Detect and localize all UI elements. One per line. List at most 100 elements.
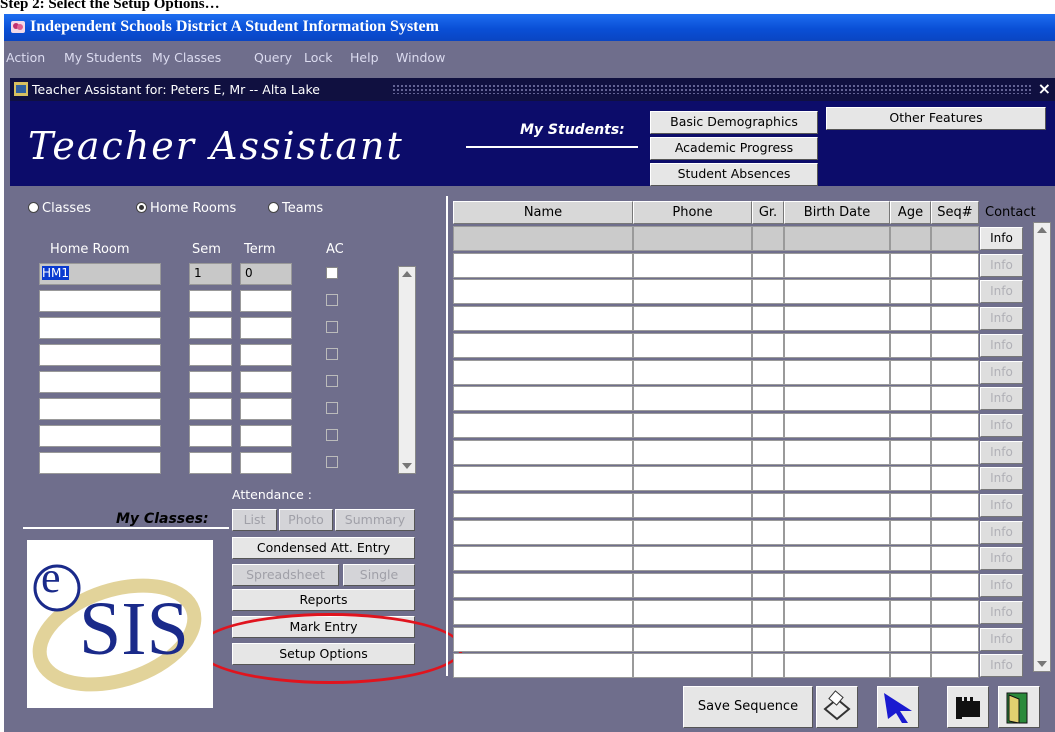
grid-cell[interactable] bbox=[633, 386, 752, 412]
grid-cell[interactable] bbox=[784, 573, 890, 599]
grid-cell[interactable] bbox=[784, 412, 890, 438]
grid-cell[interactable] bbox=[633, 439, 752, 465]
cursor-arrow-icon[interactable] bbox=[877, 686, 919, 728]
grid-cell[interactable] bbox=[890, 332, 931, 358]
grid-cell[interactable] bbox=[752, 252, 784, 278]
sem-field[interactable] bbox=[189, 344, 232, 366]
grid-cell[interactable] bbox=[931, 252, 979, 278]
scroll-down-icon[interactable] bbox=[1037, 661, 1047, 667]
ac-checkbox[interactable] bbox=[326, 402, 338, 414]
scroll-up-icon[interactable] bbox=[1037, 227, 1047, 233]
student-absences-button[interactable]: Student Absences bbox=[650, 163, 818, 186]
grid-cell[interactable] bbox=[633, 466, 752, 492]
grid-cell[interactable] bbox=[752, 279, 784, 305]
grid-cell[interactable] bbox=[633, 626, 752, 652]
grid-cell[interactable] bbox=[931, 412, 979, 438]
grid-cell[interactable] bbox=[784, 519, 890, 545]
ac-checkbox[interactable] bbox=[326, 321, 338, 333]
ac-checkbox[interactable] bbox=[326, 429, 338, 441]
grid-cell[interactable] bbox=[752, 412, 784, 438]
grid-cell[interactable] bbox=[784, 466, 890, 492]
contact-info-button[interactable]: Info bbox=[980, 467, 1023, 491]
summary-button[interactable]: Summary bbox=[335, 509, 415, 531]
grid-cell[interactable] bbox=[890, 653, 931, 679]
grid-cell[interactable] bbox=[931, 573, 979, 599]
grid-cell[interactable] bbox=[784, 599, 890, 625]
grid-cell[interactable] bbox=[890, 493, 931, 518]
sem-field[interactable] bbox=[189, 371, 232, 393]
term-field[interactable] bbox=[240, 290, 292, 312]
grid-cell[interactable] bbox=[752, 599, 784, 625]
menu-my-students[interactable]: My Students bbox=[64, 50, 142, 65]
grid-cell[interactable] bbox=[633, 573, 752, 599]
grid-cell[interactable] bbox=[890, 252, 931, 278]
film-icon[interactable] bbox=[947, 686, 989, 728]
grid-cell[interactable] bbox=[633, 653, 752, 679]
grid-cell[interactable] bbox=[784, 546, 890, 572]
grid-cell[interactable] bbox=[931, 546, 979, 572]
contact-info-button[interactable]: Info bbox=[980, 280, 1023, 304]
radio-home-rooms[interactable]: Home Rooms bbox=[136, 201, 236, 216]
home-room-field[interactable] bbox=[39, 290, 161, 312]
grid-cell[interactable] bbox=[633, 599, 752, 625]
term-field[interactable] bbox=[240, 425, 292, 447]
grid-cell[interactable] bbox=[890, 386, 931, 412]
grid-cell[interactable] bbox=[784, 626, 890, 652]
grid-cell[interactable] bbox=[752, 226, 784, 251]
term-field[interactable]: 0 bbox=[240, 263, 292, 285]
grid-cell[interactable] bbox=[784, 279, 890, 305]
grid-cell[interactable] bbox=[633, 252, 752, 278]
grid-cell[interactable] bbox=[784, 226, 890, 251]
grid-cell[interactable] bbox=[784, 653, 890, 679]
grid-cell[interactable] bbox=[453, 653, 633, 679]
grid-cell[interactable] bbox=[453, 226, 633, 251]
grid-cell[interactable] bbox=[784, 306, 890, 332]
grid-cell[interactable] bbox=[633, 546, 752, 572]
col-grade[interactable]: Gr. bbox=[752, 201, 784, 224]
contact-info-button[interactable]: Info bbox=[980, 654, 1023, 678]
grid-cell[interactable] bbox=[633, 493, 752, 518]
grid-cell[interactable] bbox=[453, 412, 633, 438]
sem-field[interactable] bbox=[189, 398, 232, 420]
radio-dot-selected[interactable] bbox=[136, 202, 147, 213]
grid-cell[interactable] bbox=[931, 519, 979, 545]
radio-dot[interactable] bbox=[268, 202, 279, 213]
grid-cell[interactable] bbox=[890, 412, 931, 438]
home-room-field[interactable] bbox=[39, 425, 161, 447]
radio-classes[interactable]: Classes bbox=[28, 201, 91, 216]
grid-cell[interactable] bbox=[752, 359, 784, 385]
contact-info-button[interactable]: Info bbox=[980, 547, 1023, 571]
grid-cell[interactable] bbox=[453, 546, 633, 572]
grid-cell[interactable] bbox=[931, 332, 979, 358]
term-field[interactable] bbox=[240, 317, 292, 339]
grid-cell[interactable] bbox=[931, 493, 979, 518]
grid-cell[interactable] bbox=[890, 279, 931, 305]
grid-cell[interactable] bbox=[931, 466, 979, 492]
grid-cell[interactable] bbox=[633, 332, 752, 358]
grid-cell[interactable] bbox=[784, 332, 890, 358]
homeroom-scrollbar[interactable] bbox=[398, 266, 416, 474]
ac-checkbox[interactable] bbox=[326, 375, 338, 387]
contact-info-button[interactable]: Info bbox=[980, 520, 1023, 544]
grid-cell[interactable] bbox=[752, 439, 784, 465]
reports-button[interactable]: Reports bbox=[232, 589, 415, 611]
grid-cell[interactable] bbox=[633, 279, 752, 305]
grid-cell[interactable] bbox=[752, 546, 784, 572]
grid-cell[interactable] bbox=[784, 493, 890, 518]
grid-cell[interactable] bbox=[453, 359, 633, 385]
menu-action[interactable]: Action bbox=[6, 50, 45, 65]
contact-info-button[interactable]: Info bbox=[980, 387, 1023, 411]
grid-cell[interactable] bbox=[931, 306, 979, 332]
academic-progress-button[interactable]: Academic Progress bbox=[650, 137, 818, 160]
contact-info-button[interactable]: Info bbox=[980, 440, 1023, 464]
grid-cell[interactable] bbox=[931, 386, 979, 412]
grid-cell[interactable] bbox=[453, 519, 633, 545]
grid-cell[interactable] bbox=[633, 359, 752, 385]
scroll-down-icon[interactable] bbox=[402, 463, 412, 469]
grid-cell[interactable] bbox=[931, 359, 979, 385]
grid-cell[interactable] bbox=[752, 626, 784, 652]
grid-cell[interactable] bbox=[784, 252, 890, 278]
save-sequence-button[interactable]: Save Sequence bbox=[683, 686, 813, 728]
home-room-field[interactable] bbox=[39, 344, 161, 366]
print-icon[interactable] bbox=[816, 686, 858, 728]
